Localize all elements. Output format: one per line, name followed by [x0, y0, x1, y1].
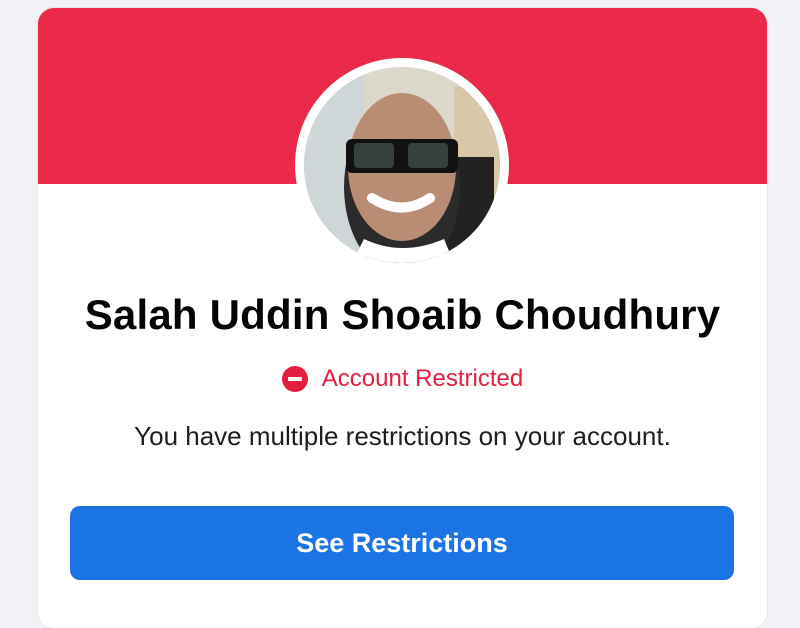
- restriction-description: You have multiple restrictions on your a…: [134, 421, 671, 451]
- see-restrictions-button[interactable]: See Restrictions: [70, 506, 734, 580]
- profile-name: Salah Uddin Shoaib Choudhury: [84, 291, 721, 338]
- avatar[interactable]: [304, 67, 500, 263]
- account-status: Account Restricted: [38, 365, 767, 393]
- profile-photo: [304, 67, 500, 263]
- account-restriction-card: Salah Uddin Shoaib Choudhury Account Res…: [38, 8, 767, 628]
- restricted-icon: [281, 366, 308, 392]
- status-label: Account Restricted: [321, 365, 524, 392]
- avatar-ring: [295, 58, 509, 272]
